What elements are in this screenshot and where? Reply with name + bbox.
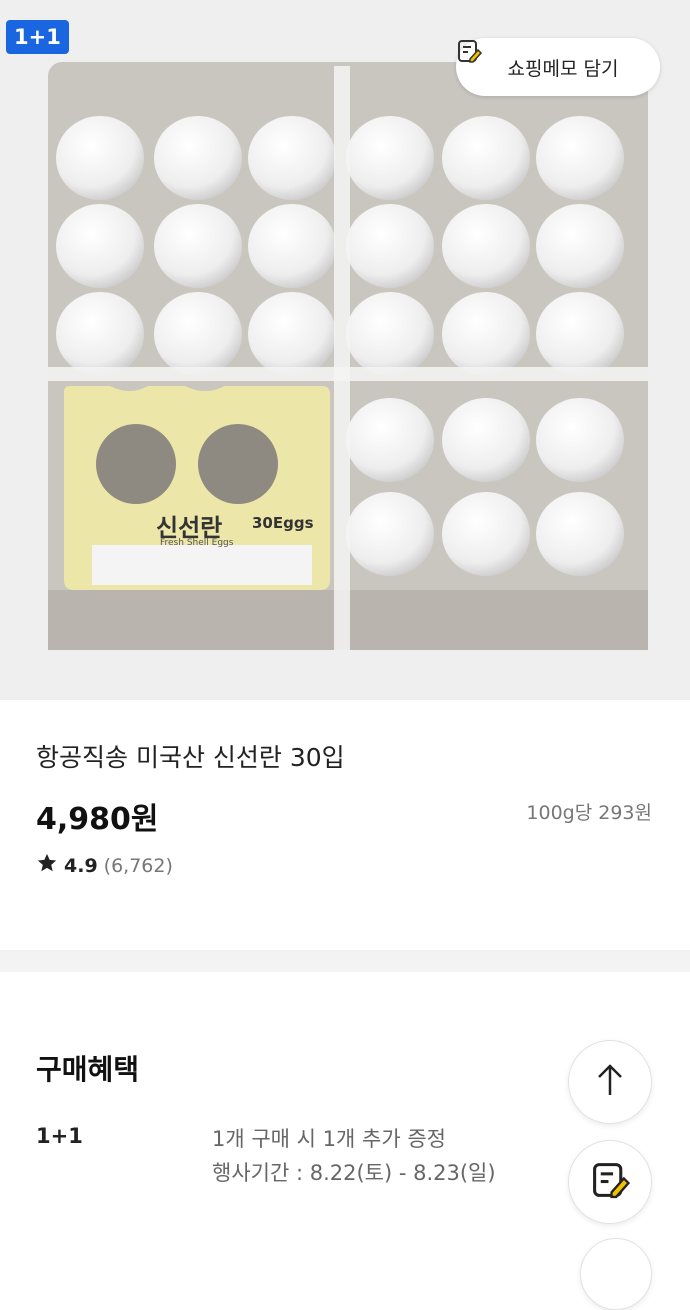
egg-carton-illustration — [48, 62, 648, 650]
egg — [346, 204, 434, 288]
egg — [248, 116, 336, 200]
egg — [536, 492, 624, 576]
carton-label-count: 30Eggs — [252, 514, 314, 532]
egg — [154, 292, 242, 376]
benefit-period: 행사기간 : 8.22(토) - 8.23(일) — [212, 1161, 496, 1185]
egg — [56, 204, 144, 288]
egg — [346, 398, 434, 482]
review-count: (6,762) — [103, 854, 173, 877]
egg — [442, 204, 530, 288]
egg — [248, 204, 336, 288]
product-image: 1+1 쇼핑메모 담기 신선란 Fresh Shell Eggs 30Eggs — [0, 0, 690, 700]
memo-pencil-icon — [590, 1160, 631, 1204]
benefits-heading: 구매혜택 — [36, 1053, 140, 1086]
egg — [442, 492, 530, 576]
product-price: 4,980원 — [36, 802, 159, 837]
arrow-up-icon — [595, 1063, 625, 1101]
memo-button-label: 쇼핑메모 담기 — [507, 57, 619, 80]
egg — [536, 398, 624, 482]
benefit-label: 1+1 — [36, 1124, 83, 1148]
product-title: 항공직송 미국산 신선란 30입 — [36, 743, 345, 772]
egg — [536, 204, 624, 288]
egg — [346, 292, 434, 376]
egg — [442, 398, 530, 482]
egg — [536, 116, 624, 200]
product-rating[interactable]: 4.9 (6,762) — [36, 852, 173, 879]
egg — [346, 116, 434, 200]
add-to-shopping-memo-button[interactable]: 쇼핑메모 담기 — [456, 38, 660, 96]
egg — [154, 116, 242, 200]
egg — [442, 292, 530, 376]
carton-label-sub: Fresh Shell Eggs — [160, 538, 234, 548]
egg — [248, 292, 336, 376]
unit-price: 100g당 293원 — [526, 802, 652, 824]
shopping-memo-fab[interactable] — [568, 1140, 652, 1224]
scroll-to-top-button[interactable] — [568, 1040, 652, 1124]
egg — [56, 292, 144, 376]
product-info: 항공직송 미국산 신선란 30입 4,980원 100g당 293원 4.9 (… — [0, 700, 690, 950]
benefit-detail: 1개 구매 시 1개 추가 증정 — [212, 1127, 446, 1151]
egg — [442, 116, 530, 200]
egg — [56, 116, 144, 200]
egg — [154, 204, 242, 288]
benefit-description: 1개 구매 시 1개 추가 증정 행사기간 : 8.22(토) - 8.23(일… — [212, 1122, 496, 1190]
rating-score: 4.9 — [64, 854, 98, 877]
promo-badge: 1+1 — [6, 20, 69, 54]
section-divider — [0, 950, 690, 972]
star-icon — [36, 852, 58, 879]
egg — [346, 492, 434, 576]
egg — [536, 292, 624, 376]
floating-action-button[interactable] — [580, 1238, 652, 1310]
